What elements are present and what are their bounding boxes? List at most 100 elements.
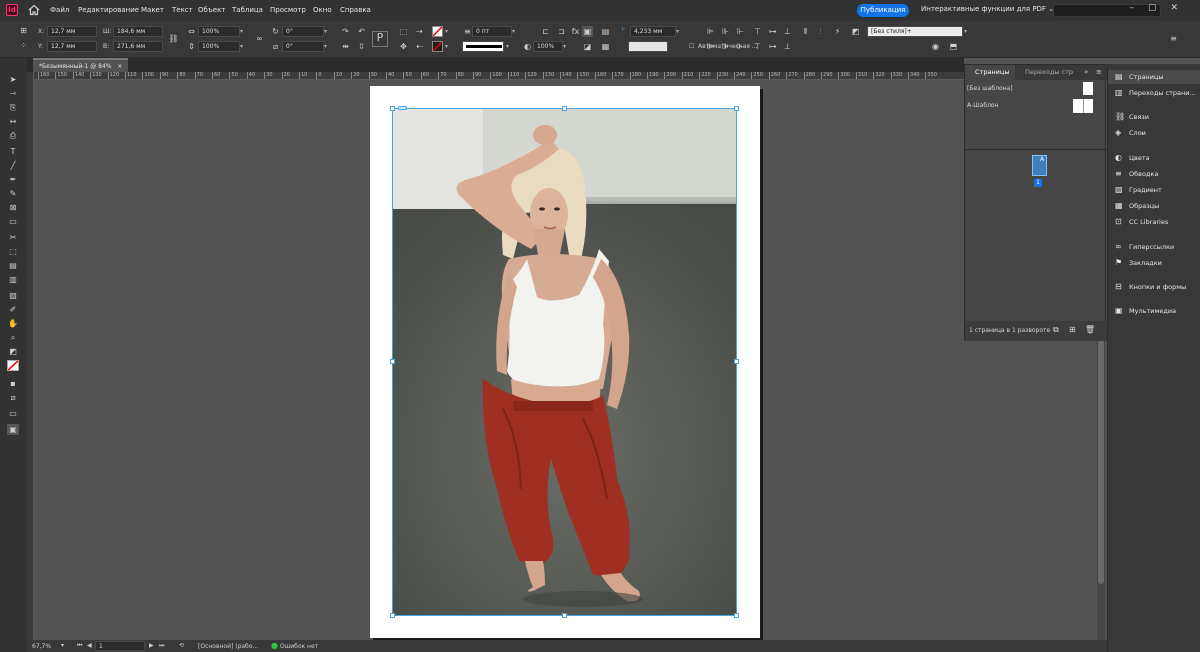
distribute-v-icon[interactable]: ⫶	[815, 26, 826, 37]
rectangle-frame-tool-icon[interactable]: ⊠	[7, 202, 19, 213]
tab-pages[interactable]: Страницы	[965, 65, 1015, 80]
swatch-preview[interactable]	[628, 41, 668, 52]
screen-mode-icon[interactable]: ▭	[7, 408, 19, 419]
align-bottom-icon[interactable]: ⊥	[782, 26, 793, 37]
dock-swatches[interactable]: ▦ Образцы	[1108, 199, 1200, 213]
menu-type[interactable]: Текст	[172, 6, 193, 14]
frame-handle-mr[interactable]	[734, 359, 739, 364]
chevron-down-icon[interactable]: ▾	[445, 26, 453, 37]
expand-icon[interactable]: »	[1084, 68, 1088, 76]
gradient-feather-tool-icon[interactable]: ▥	[7, 274, 19, 285]
chevron-down-icon[interactable]: ▾	[563, 41, 571, 52]
menu-edit[interactable]: Редактирование	[78, 6, 139, 14]
rotate-ccw-icon[interactable]: ↶	[356, 26, 367, 37]
dock-layers[interactable]: ◈ Слои	[1108, 126, 1200, 140]
free-transform-tool-icon[interactable]: ⬚	[7, 246, 19, 257]
errors-label[interactable]: Ошибок нет	[280, 643, 318, 650]
style-options-icon[interactable]: ⬒	[948, 41, 959, 52]
first-page-icon[interactable]: ⏮	[77, 642, 82, 650]
line-tool-icon[interactable]: ╱	[7, 160, 19, 171]
frame-handle-tr[interactable]	[734, 106, 739, 111]
new-page-icon[interactable]: ⊞	[1069, 325, 1076, 334]
stroke-weight-field[interactable]: 0 пт	[472, 26, 512, 37]
dock-bookmarks[interactable]: ⚑ Закладки	[1108, 256, 1200, 270]
master-a-thumb[interactable]	[1073, 99, 1093, 113]
select-content-icon[interactable]: ✥	[398, 41, 409, 52]
panel-menu-icon[interactable]: ≡	[1096, 68, 1102, 76]
effects-icon[interactable]: fx	[570, 26, 581, 37]
eyedropper-tool-icon[interactable]: ✐	[7, 304, 19, 315]
menu-layout[interactable]: Макет	[141, 6, 164, 14]
chevron-down-icon[interactable]: ▾	[240, 41, 248, 52]
dist-right-icon[interactable]: ⊩	[735, 41, 746, 52]
menu-window[interactable]: Окно	[313, 6, 332, 14]
opacity-field[interactable]: 100%	[533, 41, 563, 52]
selected-graphic-frame[interactable]	[392, 108, 737, 616]
rotate-cw-icon[interactable]: ↷	[340, 26, 351, 37]
chevron-down-icon[interactable]: ▾	[676, 26, 684, 37]
publish-button[interactable]: Публикация	[857, 4, 909, 17]
chevron-down-icon[interactable]: ▾	[506, 41, 514, 52]
scale-y-field[interactable]: 100%	[198, 41, 240, 52]
edit-page-size-icon[interactable]: ⧉	[1053, 325, 1059, 335]
default-fill-stroke-icon[interactable]: ◩	[7, 346, 19, 357]
page-tool-icon[interactable]: ⎘	[7, 102, 19, 113]
stroke-align-center-icon[interactable]: ▤	[600, 26, 611, 37]
panel-menu-icon[interactable]: ≡	[1168, 33, 1179, 44]
scissors-tool-icon[interactable]: ✂	[7, 232, 19, 243]
delete-page-icon[interactable]: 🗑	[1085, 325, 1095, 334]
note-tool-icon[interactable]: ▨	[7, 290, 19, 301]
dist-left-icon[interactable]: ⊫	[705, 41, 716, 52]
dock-pages[interactable]: ▤ Страницы	[1108, 70, 1200, 84]
home-icon[interactable]	[28, 4, 40, 16]
frame-fitting-icon[interactable]: ⊐	[556, 26, 567, 37]
pen-tool-icon[interactable]: ✒	[7, 174, 19, 185]
dock-color[interactable]: ◐ Цвета	[1108, 151, 1200, 165]
page-1-thumb[interactable]: A	[1032, 155, 1047, 176]
dock-gradient[interactable]: ▨ Градиент	[1108, 183, 1200, 197]
dist-center-icon[interactable]: ⊪	[720, 41, 731, 52]
formatting-container-icon[interactable]: ▪	[7, 378, 19, 389]
align-right-icon[interactable]: ⊩	[735, 26, 746, 37]
x-field[interactable]: 12,7 мм	[47, 26, 97, 37]
content-collector-icon[interactable]: ⎙	[7, 130, 19, 141]
align-top-icon[interactable]: ⊤	[752, 26, 763, 37]
apply-none-icon[interactable]: ⧄	[7, 392, 19, 403]
link-scale-icon[interactable]: ∞	[254, 33, 265, 44]
close-icon[interactable]: ×	[117, 63, 122, 70]
apply-style-icon[interactable]: ⚡	[832, 26, 843, 37]
align-middle-icon[interactable]: ⊶	[767, 26, 778, 37]
dock-hyperlinks[interactable]: ∞ Гиперссылки	[1108, 240, 1200, 254]
page-number-field[interactable]: 1	[95, 641, 145, 651]
chevron-down-icon[interactable]: ▾	[324, 41, 332, 52]
dist-top-icon[interactable]: ⊤	[752, 41, 763, 52]
gap-tool-icon[interactable]: ↔	[7, 116, 19, 127]
frame-handle-ml[interactable]	[390, 359, 395, 364]
dock-media[interactable]: ▣ Мультимедиа	[1108, 304, 1200, 318]
select-container-icon[interactable]: ⬚	[398, 26, 409, 37]
rectangle-tool-icon[interactable]: ▭	[7, 216, 19, 227]
object-style-field[interactable]: [Без стиля]+	[867, 26, 963, 37]
menu-file[interactable]: Файл	[50, 6, 69, 14]
preview-mode-icon[interactable]: ▣	[7, 424, 19, 435]
preflight-profile-icon[interactable]: ⟲	[179, 642, 184, 649]
minimize-icon[interactable]: –	[1129, 3, 1148, 13]
gradient-swatch-tool-icon[interactable]: ▤	[7, 260, 19, 271]
chevron-down-icon[interactable]: ▾	[324, 26, 332, 37]
tab-transitions[interactable]: Переходы стр	[1015, 65, 1083, 80]
frame-handle-br[interactable]	[734, 613, 739, 618]
chevron-down-icon[interactable]: ▾	[240, 26, 248, 37]
text-wrap-icon[interactable]: ⊏	[540, 26, 551, 37]
type-tool-icon[interactable]: T	[7, 146, 19, 157]
corner-options-icon[interactable]: ⌜	[618, 26, 629, 37]
select-previous-icon[interactable]: ⇠	[414, 41, 425, 52]
zoom-level[interactable]: 67,7%	[32, 643, 51, 650]
chevron-down-icon[interactable]: ▾	[964, 26, 972, 37]
menu-help[interactable]: Справка	[340, 6, 371, 14]
pencil-tool-icon[interactable]: ✎	[7, 188, 19, 199]
distribute-icon[interactable]: ⫴	[800, 26, 811, 37]
direct-selection-tool-icon[interactable]: ⇾	[7, 88, 19, 99]
stroke-type-field[interactable]	[462, 41, 504, 52]
dock-stroke[interactable]: ≡ Обводка	[1108, 167, 1200, 181]
master-a-label[interactable]: А-Шаблон	[967, 102, 999, 109]
